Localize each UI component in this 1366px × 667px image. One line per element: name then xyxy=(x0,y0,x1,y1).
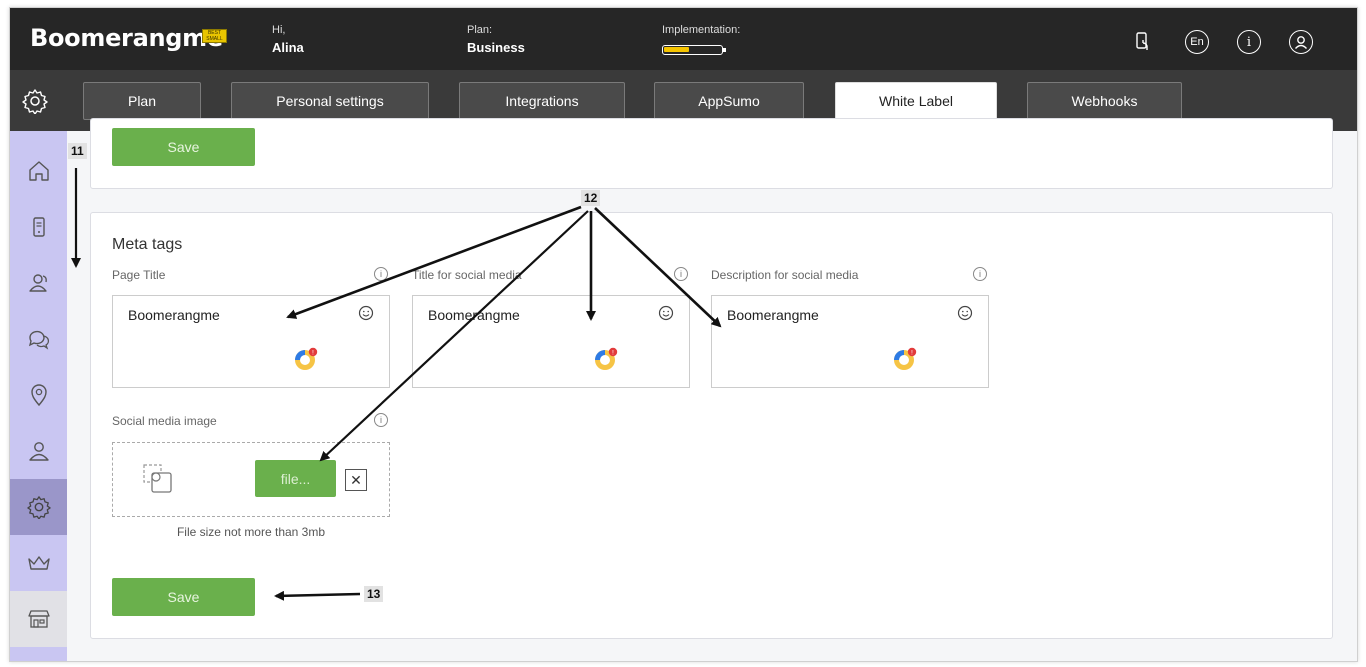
language-label: En xyxy=(1190,36,1204,48)
grammarly-icon[interactable]: ! xyxy=(294,347,318,371)
meta-tags-title: Meta tags xyxy=(112,236,183,253)
implementation-progress-bar[interactable] xyxy=(662,45,723,55)
tab-webhooks[interactable]: Webhooks xyxy=(1027,82,1182,120)
implementation-progress-fill xyxy=(664,47,689,52)
social-title-field[interactable]: Boomerangme ! xyxy=(412,295,690,388)
sidebar-item-chat[interactable] xyxy=(10,311,67,367)
annotation-label-13: 13 xyxy=(364,586,384,602)
plan-label: Plan: xyxy=(467,24,493,36)
award-badge-icon: BEST SMALL BIZ xyxy=(202,29,227,43)
social-description-field[interactable]: Boomerangme ! xyxy=(711,295,989,388)
home-icon xyxy=(28,161,49,181)
emoji-icon[interactable] xyxy=(358,305,374,321)
annotation-label-11: 11 xyxy=(68,143,87,159)
app-window: Boomerangme BEST SMALL BIZ Hi, Alina Pla… xyxy=(9,7,1358,662)
page-title-label: Page Title xyxy=(112,268,166,282)
customers-icon xyxy=(28,274,47,292)
sidebar-item-users[interactable] xyxy=(10,423,67,479)
implementation-block: Implementation: xyxy=(662,24,740,36)
save-button[interactable]: Save xyxy=(112,578,255,616)
page-title-value: Boomerangme xyxy=(128,307,220,323)
sidebar-item-locations[interactable] xyxy=(10,367,67,423)
plan-block: Plan: Business xyxy=(467,24,525,55)
logo[interactable]: Boomerangme xyxy=(30,24,223,52)
greeting-label: Hi, xyxy=(272,24,286,36)
remove-image-close-icon[interactable]: ✕ xyxy=(345,469,367,491)
file-size-hint: File size not more than 3mb xyxy=(176,525,326,539)
grammarly-icon[interactable]: ! xyxy=(594,347,618,371)
user-icon xyxy=(28,442,49,461)
user-name: Alina xyxy=(272,40,304,55)
tab-appsumo[interactable]: AppSumo xyxy=(654,82,804,120)
chat-icon xyxy=(28,330,49,350)
emoji-icon[interactable] xyxy=(658,305,674,321)
profile-icon[interactable] xyxy=(1289,30,1313,54)
previous-section-card xyxy=(90,118,1333,189)
crown-icon xyxy=(27,556,50,570)
sidebar xyxy=(10,131,67,661)
card-device-icon xyxy=(32,217,45,237)
info-icon[interactable]: i xyxy=(1237,30,1261,54)
page-title-info-icon[interactable]: i xyxy=(374,267,388,281)
tab-white-label[interactable]: White Label xyxy=(835,82,997,120)
save-button-top[interactable]: Save xyxy=(112,128,255,166)
implementation-label: Implementation: xyxy=(662,24,741,36)
social-image-label: Social media image xyxy=(112,414,217,428)
sidebar-item-store[interactable] xyxy=(10,591,67,647)
sidebar-item-home[interactable] xyxy=(10,143,67,199)
store-icon xyxy=(27,610,50,628)
phone-touch-icon[interactable] xyxy=(1131,30,1155,54)
page-title-field[interactable]: Boomerangme ! xyxy=(112,295,390,388)
social-description-label: Description for social media xyxy=(711,268,859,282)
emoji-icon[interactable] xyxy=(957,305,973,321)
plan-value: Business xyxy=(467,40,525,55)
language-switch[interactable]: En xyxy=(1185,30,1209,54)
social-title-value: Boomerangme xyxy=(428,307,520,323)
location-pin-icon xyxy=(30,384,47,407)
gear-icon xyxy=(26,496,51,519)
top-header: Boomerangme BEST SMALL BIZ Hi, Alina Pla… xyxy=(10,8,1357,70)
settings-gear-icon[interactable] xyxy=(22,88,48,119)
battery-tip xyxy=(723,48,726,52)
sidebar-item-cards[interactable] xyxy=(10,199,67,255)
sidebar-item-customers[interactable] xyxy=(10,255,67,311)
grammarly-icon[interactable]: ! xyxy=(893,347,917,371)
greeting-block: Hi, Alina xyxy=(272,24,304,55)
social-title-info-icon[interactable]: i xyxy=(674,267,688,281)
tab-plan[interactable]: Plan xyxy=(83,82,201,120)
tab-personal-settings[interactable]: Personal settings xyxy=(231,82,429,120)
choose-file-button[interactable]: file... xyxy=(255,460,336,497)
tab-integrations[interactable]: Integrations xyxy=(459,82,625,120)
social-title-label: Title for social media xyxy=(412,268,522,282)
sidebar-item-settings[interactable] xyxy=(10,479,67,535)
annotation-label-12: 12 xyxy=(581,190,601,206)
social-image-dropzone[interactable]: file... ✕ xyxy=(112,442,390,517)
image-placeholder-icon xyxy=(143,464,172,493)
sidebar-item-plans[interactable] xyxy=(10,535,67,591)
social-description-value: Boomerangme xyxy=(727,307,819,323)
social-description-info-icon[interactable]: i xyxy=(973,267,987,281)
social-image-info-icon[interactable]: i xyxy=(374,413,388,427)
